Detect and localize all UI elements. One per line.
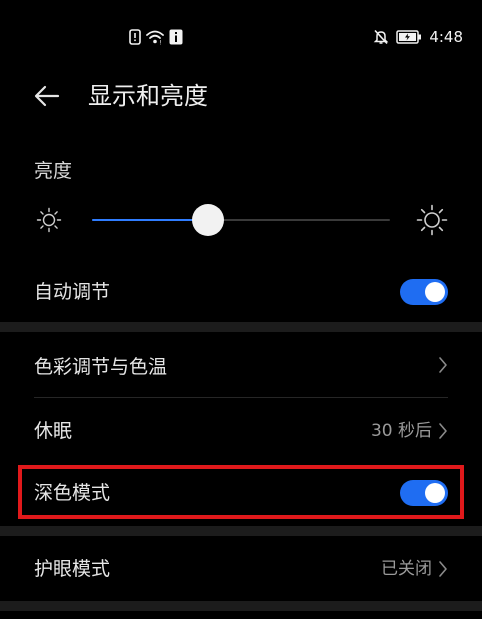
- brightness-slider-thumb[interactable]: [192, 204, 225, 236]
- auto-adjust-toggle[interactable]: [400, 279, 448, 305]
- chevron-right-icon: [439, 561, 447, 577]
- brightness-label: 亮度: [34, 160, 73, 182]
- sun-small-icon: [36, 207, 62, 233]
- status-right-icons: 4:48: [373, 27, 463, 47]
- mute-icon: [373, 29, 389, 45]
- battery-icon: [396, 30, 422, 44]
- app-header: 显示和亮度: [0, 72, 482, 120]
- auto-adjust-label: 自动调节: [34, 281, 111, 303]
- status-time: 4:48: [429, 28, 463, 46]
- section-divider: [0, 601, 482, 611]
- alert-icon: [129, 29, 141, 45]
- color-temp-label: 色彩调节与色温: [34, 356, 168, 378]
- dark-mode-toggle[interactable]: [400, 480, 448, 506]
- brightness-slider[interactable]: [92, 204, 390, 236]
- status-bar: ! 4:48: [0, 0, 482, 72]
- wifi-icon: !: [145, 29, 165, 45]
- eye-comfort-value: 已关闭: [381, 559, 432, 579]
- sleep-label: 休眠: [34, 420, 73, 442]
- chevron-right-icon: [439, 357, 447, 373]
- dark-mode-label: 深色模式: [34, 482, 111, 504]
- chevron-right-icon: [439, 423, 447, 439]
- auto-adjust-row[interactable]: 自动调节: [0, 268, 482, 316]
- eye-comfort-label: 护眼模式: [34, 558, 111, 580]
- sun-large-icon: [416, 204, 448, 236]
- toggle-knob: [425, 282, 445, 302]
- svg-text:!: !: [160, 40, 162, 46]
- info-icon: [169, 29, 183, 45]
- back-arrow-icon: [34, 85, 60, 107]
- eye-comfort-row[interactable]: 护眼模式 已关闭: [0, 542, 482, 596]
- status-left-icons: !: [129, 27, 183, 47]
- back-button[interactable]: [30, 80, 64, 112]
- brightness-slider-fill: [92, 219, 209, 221]
- sleep-row[interactable]: 休眠 30 秒后: [0, 404, 482, 458]
- page-title: 显示和亮度: [88, 82, 208, 110]
- toggle-knob: [425, 483, 445, 503]
- brightness-slider-row: [0, 196, 482, 244]
- display-brightness-screen: ! 4:48 显示和亮度 亮度 自动调节 色彩调节与色温 休眠 30 秒后 深色…: [0, 0, 482, 619]
- row-divider: [34, 397, 448, 398]
- section-divider: [0, 322, 482, 332]
- color-temp-row[interactable]: 色彩调节与色温: [0, 340, 482, 394]
- section-divider: [0, 526, 482, 536]
- sleep-value: 30 秒后: [370, 421, 432, 441]
- dark-mode-row[interactable]: 深色模式: [0, 468, 482, 518]
